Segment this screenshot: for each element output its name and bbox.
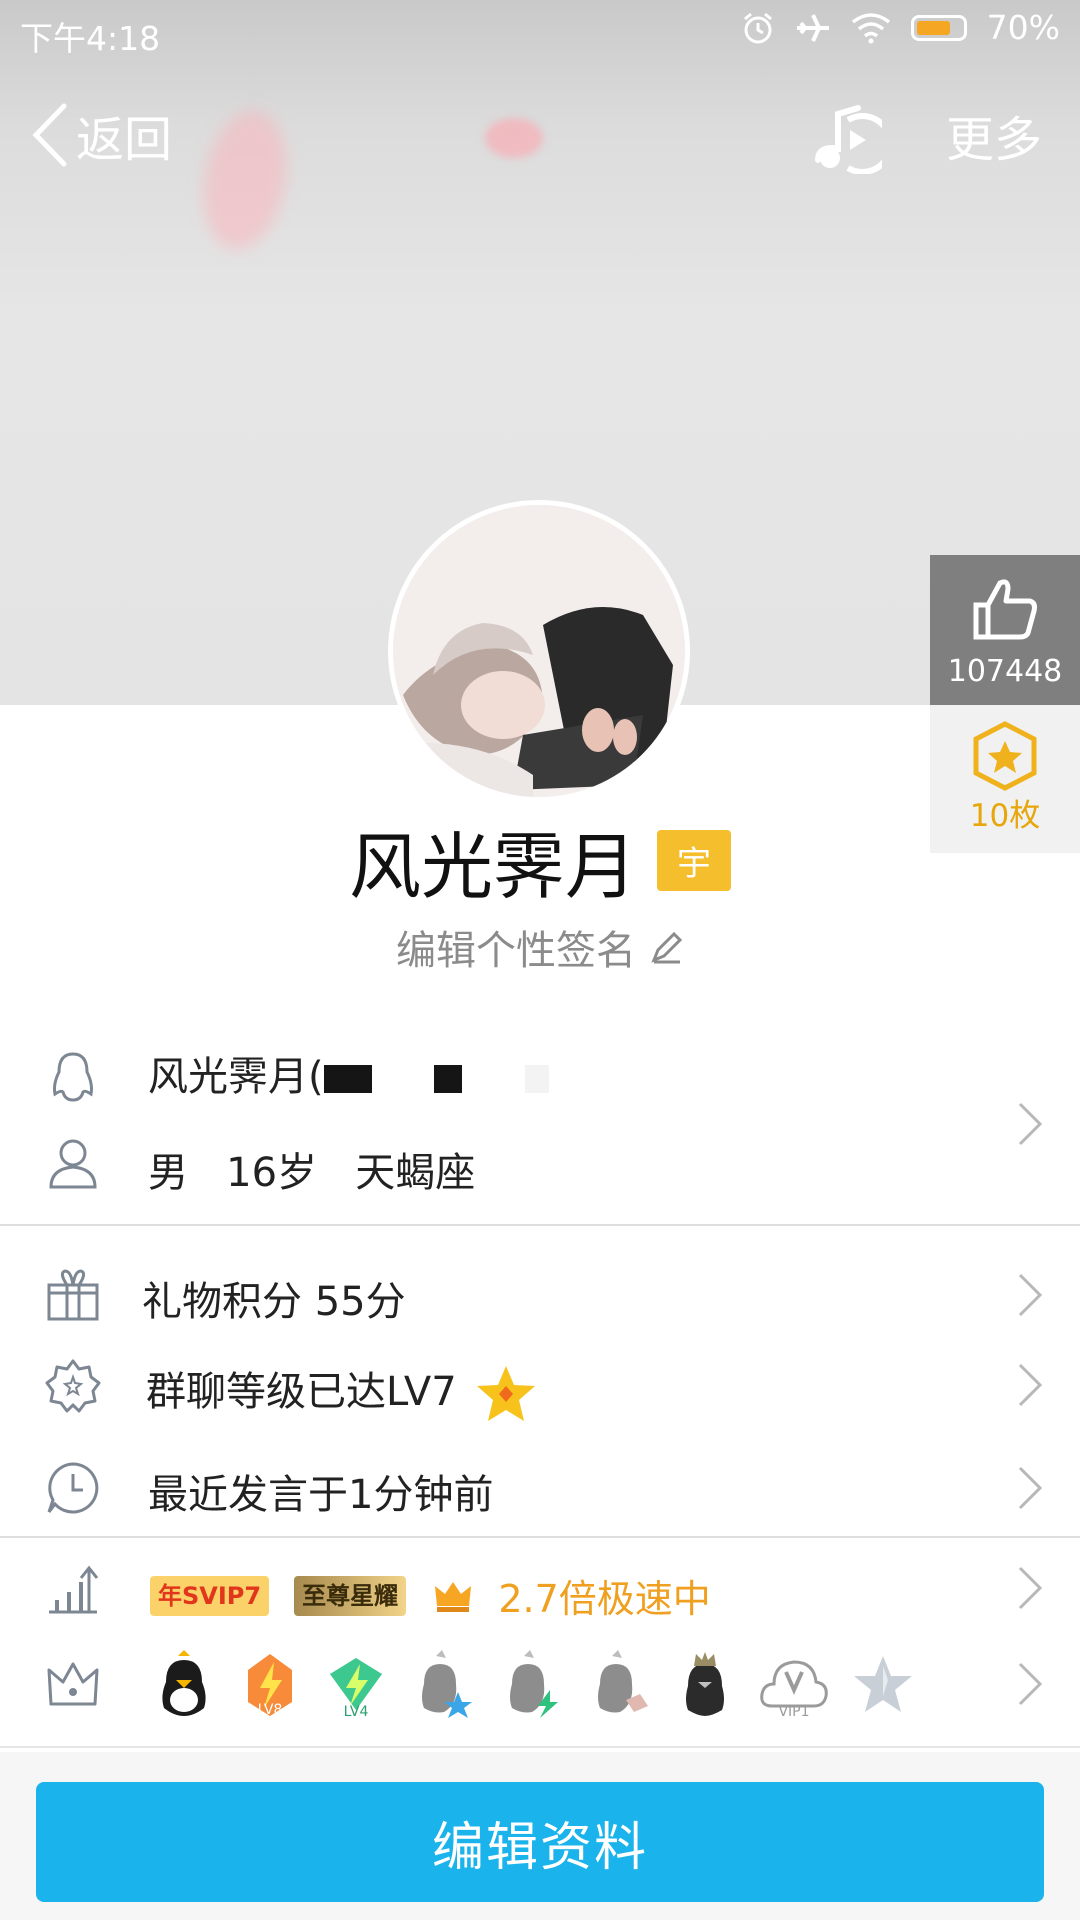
vip-status-row[interactable]: 年SVIP7 至尊星耀 2.7倍极速中 — [0, 1548, 1080, 1628]
silver-star-icon[interactable] — [852, 1654, 914, 1716]
back-label: 返回 — [76, 112, 173, 168]
privilege-icons-row[interactable]: LV8 LV4 VIP1 — [0, 1640, 1080, 1730]
clock-icon — [47, 1462, 99, 1514]
battery-percent: 70% — [986, 8, 1060, 47]
divider — [0, 1746, 1080, 1748]
group-level-row[interactable]: 群聊等级已达LV7 — [0, 1345, 1080, 1425]
edit-profile-button[interactable]: 编辑资料 — [36, 1782, 1044, 1902]
penguin-lightning-icon[interactable] — [498, 1650, 564, 1720]
qq-vip-penguin-icon[interactable] — [152, 1650, 216, 1720]
airplane-icon — [796, 13, 829, 42]
last-speak: 最近发言于1分钟前 — [148, 1472, 494, 1518]
account-text: 风光霁月( — [148, 1044, 550, 1102]
back-button[interactable]: 返回 — [30, 95, 172, 175]
zodiac: 天蝎座 — [355, 1150, 476, 1196]
signature-edit[interactable]: 编辑个性签名 — [0, 918, 1080, 976]
nickname: 风光霁月 — [348, 825, 637, 909]
name-row: 风光霁月 宇 — [0, 808, 1080, 913]
account-name: 风光霁月( — [148, 1054, 324, 1100]
divider — [0, 1536, 1080, 1538]
redacted-block — [434, 1065, 463, 1093]
age: 16岁 — [226, 1150, 318, 1196]
gender: 男 — [148, 1150, 188, 1196]
music-play-icon[interactable] — [808, 100, 882, 174]
chevron-right-icon — [1018, 1566, 1043, 1610]
svip-badge[interactable]: 年SVIP7 — [150, 1575, 270, 1616]
chevron-right-icon — [1018, 1466, 1043, 1510]
gift-points: 礼物积分 55分 — [142, 1279, 406, 1325]
lv8-label: LV8 — [258, 1702, 283, 1718]
vip1-cloud-icon[interactable]: VIP1 — [758, 1650, 830, 1720]
signature-placeholder: 编辑个性签名 — [396, 928, 636, 974]
last-speak-row[interactable]: 最近发言于1分钟前 — [0, 1448, 1080, 1528]
crown-outline-icon — [47, 1662, 99, 1706]
avatar-illustration — [393, 505, 685, 797]
chevron-right-icon — [1018, 1363, 1043, 1407]
penguin-star-icon[interactable] — [410, 1650, 476, 1720]
group-level: 群聊等级已达LV7 — [146, 1359, 537, 1424]
status-time: 下午4:18 — [20, 19, 161, 58]
qq-penguin-icon — [53, 1052, 93, 1102]
vip1-label: VIP1 — [778, 1704, 809, 1720]
penguin-crown-icon[interactable] — [674, 1650, 736, 1720]
chevron-right-icon — [1018, 1662, 1043, 1706]
gift-icon — [47, 1269, 99, 1321]
wifi-icon — [851, 12, 890, 43]
medal-star-icon — [973, 721, 1037, 791]
cosmos-badge[interactable]: 宇 — [657, 830, 731, 891]
group-level-text: 群聊等级已达LV7 — [146, 1369, 457, 1415]
like-button[interactable]: 107448 — [930, 555, 1080, 705]
cover-petal — [485, 118, 543, 158]
redacted-block — [323, 1065, 372, 1093]
account-info-row[interactable]: 风光霁月( 男 16岁 天蝎座 — [0, 1030, 1080, 1220]
gold-star-icon — [477, 1366, 536, 1421]
speed-text: 2.7倍极速中 — [498, 1577, 711, 1621]
crown-icon — [435, 1581, 472, 1612]
more-button[interactable]: 更多 — [946, 100, 1042, 170]
thumbs-up-icon — [973, 579, 1037, 640]
like-count: 107448 — [947, 654, 1063, 689]
lv4-label: LV4 — [344, 1704, 369, 1720]
gift-points-row[interactable]: 礼物积分 55分 — [0, 1255, 1080, 1335]
penguin-card-icon[interactable] — [586, 1650, 652, 1720]
chevron-right-icon — [1018, 1102, 1043, 1146]
lightning-lv8-icon[interactable]: LV8 — [238, 1650, 302, 1720]
status-bar: 下午4:18 70% — [0, 0, 1080, 62]
growth-chart-icon — [49, 1565, 99, 1614]
pencil-icon — [651, 931, 683, 964]
lightning-lv4-icon[interactable]: LV4 — [324, 1650, 388, 1720]
chevron-left-icon — [32, 103, 67, 167]
alarm-icon — [743, 12, 772, 43]
star-glory-badge[interactable]: 至尊星耀 — [294, 1575, 407, 1616]
battery-icon — [910, 14, 967, 41]
redacted-block — [525, 1065, 550, 1093]
profile-basic: 男 16岁 天蝎座 — [148, 1140, 475, 1198]
chevron-right-icon — [1018, 1273, 1043, 1317]
status-icons: 70% — [741, 8, 1060, 47]
edit-profile-label: 编辑资料 — [431, 1817, 648, 1878]
privilege-icons: LV8 LV4 VIP1 — [152, 1650, 914, 1720]
divider — [0, 1224, 1080, 1226]
avatar[interactable] — [388, 500, 690, 802]
gear-star-icon — [45, 1359, 101, 1413]
person-icon — [49, 1139, 97, 1189]
vip-badges: 年SVIP7 至尊星耀 2.7倍极速中 — [150, 1568, 711, 1623]
